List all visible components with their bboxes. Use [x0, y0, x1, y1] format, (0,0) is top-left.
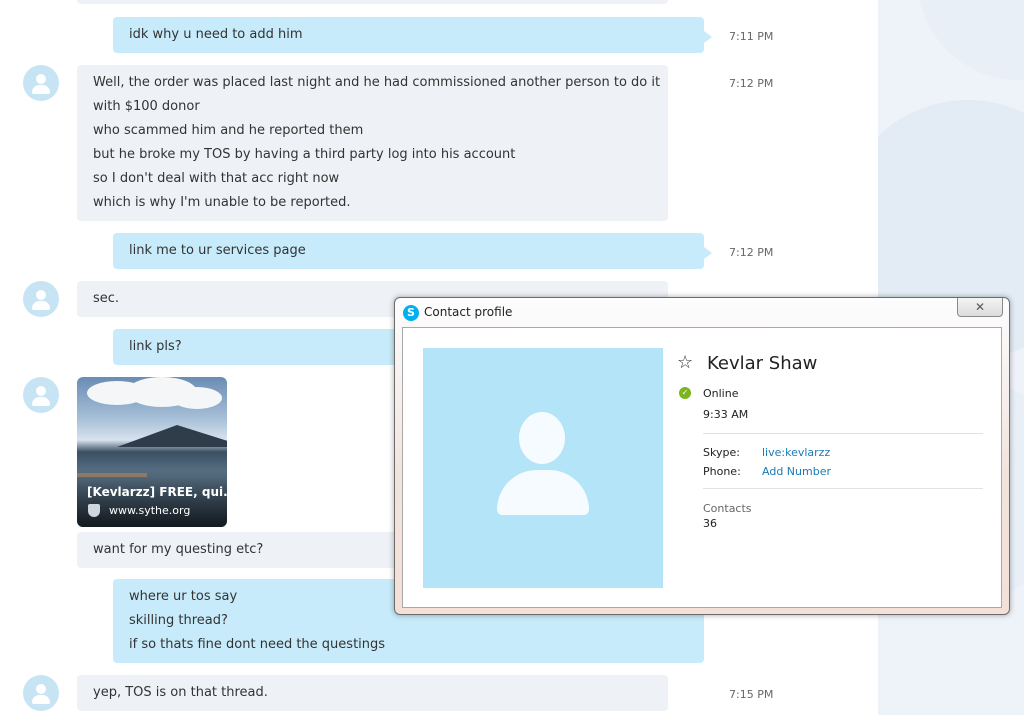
skype-id-link[interactable]: live:kevlarzz — [762, 446, 830, 459]
message-text: yep, TOS is on that thread. — [93, 685, 268, 700]
link-preview-site: www.sythe.org — [109, 504, 191, 517]
avatar-icon[interactable] — [23, 281, 59, 317]
message-text: with $100 donor — [93, 99, 200, 114]
favorite-star-icon[interactable]: ☆ — [677, 352, 693, 373]
avatar-icon[interactable] — [23, 65, 59, 101]
contacts-count: 36 — [703, 517, 717, 530]
message-text: Well, the order was placed last night an… — [93, 75, 661, 90]
phone-label: Phone: — [703, 465, 741, 478]
divider — [703, 488, 983, 489]
add-number-link[interactable]: Add Number — [762, 465, 831, 478]
link-preview-card[interactable]: [Kevlarzz] FREE, qui... www.sythe.org — [77, 377, 227, 527]
skype-label: Skype: — [703, 446, 740, 459]
message-time: 7:15 PM — [729, 688, 774, 701]
contacts-label: Contacts — [703, 502, 752, 515]
dialog-content: ☆ Kevlar Shaw ✓ Online 9:33 AM Skype: li… — [402, 327, 1002, 608]
message-time: 7:12 PM — [729, 246, 774, 259]
message-bubble: Well, the order was placed last night an… — [77, 65, 668, 221]
shield-icon — [88, 504, 100, 517]
message-time: 7:11 PM — [729, 30, 774, 43]
status-text: Online — [703, 387, 739, 400]
message-text: if so thats fine dont need the questings — [129, 637, 386, 652]
online-check-icon: ✓ — [679, 387, 691, 399]
profile-picture — [423, 348, 663, 588]
message-text: link me to ur services page — [129, 243, 306, 258]
message-time: 7:12 PM — [729, 77, 774, 90]
avatar-icon[interactable] — [23, 675, 59, 711]
dialog-titlebar[interactable]: S Contact profile ✕ — [395, 298, 1009, 326]
dialog-title: Contact profile — [424, 305, 513, 319]
avatar-icon[interactable] — [23, 377, 59, 413]
link-preview-title: [Kevlarzz] FREE, qui... — [87, 485, 227, 499]
divider — [703, 433, 983, 434]
message-bubble-previous — [77, 0, 668, 4]
message-text: who scammed him and he reported them — [93, 123, 364, 138]
close-button[interactable]: ✕ — [957, 298, 1003, 317]
message-text: but he broke my TOS by having a third pa… — [93, 147, 516, 162]
message-bubble: idk why u need to add him — [113, 17, 712, 53]
skype-icon: S — [403, 305, 419, 321]
message-text: which is why I'm unable to be reported. — [93, 195, 351, 210]
contact-profile-dialog: S Contact profile ✕ ☆ Kevlar Shaw ✓ Onli… — [394, 297, 1010, 615]
message-text: so I don't deal with that acc right now — [93, 171, 340, 186]
message-text: idk why u need to add him — [129, 27, 303, 42]
message-bubble: yep, TOS is on that thread. — [77, 675, 668, 711]
preview-image — [117, 425, 227, 447]
local-time: 9:33 AM — [703, 408, 749, 421]
message-bubble: link me to ur services page — [113, 233, 712, 269]
contact-name: Kevlar Shaw — [707, 353, 818, 374]
